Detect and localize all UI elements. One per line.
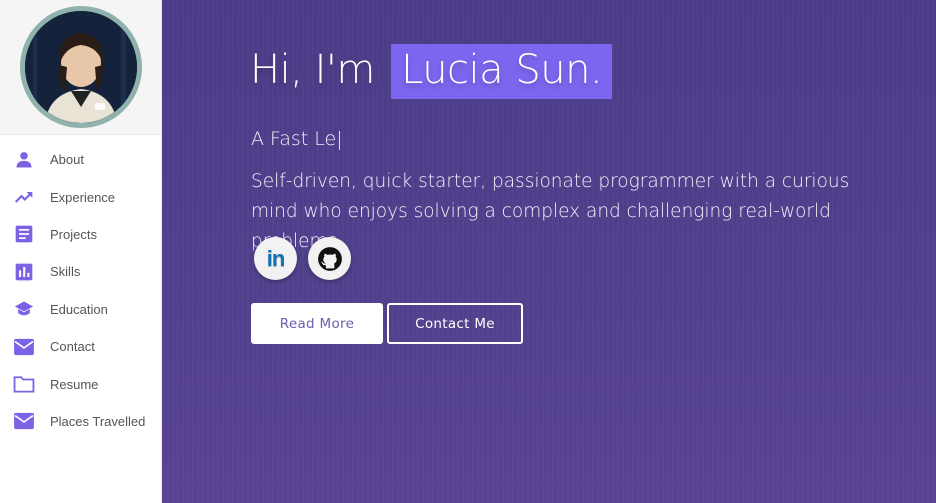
social-links: in: [254, 237, 351, 280]
greeting-text: Hi, I'm: [250, 47, 375, 93]
bar-chart-icon: [13, 261, 35, 283]
sidebar-item-label: About: [50, 152, 84, 168]
name-highlight: Lucia Sun.: [391, 44, 613, 99]
sidebar-item-resume[interactable]: Resume: [0, 365, 161, 402]
sidebar-item-education[interactable]: Education: [0, 291, 161, 328]
sidebar-nav: About Experience Projects Skills Educati…: [0, 135, 161, 440]
typed-subtitle: A Fast Le|: [251, 128, 343, 150]
sidebar-item-projects[interactable]: Projects: [0, 216, 161, 253]
sidebar-item-label: Places Travelled: [50, 413, 146, 429]
mail-icon: [13, 410, 35, 432]
school-icon: [13, 298, 35, 320]
sidebar-item-label: Experience: [50, 189, 116, 205]
sidebar-item-skills[interactable]: Skills: [0, 253, 161, 290]
hero-section: Hi, I'm Lucia Sun. A Fast Le| Self-drive…: [162, 0, 936, 503]
hero-actions: Read More Contact Me: [251, 303, 523, 344]
sidebar-item-label: Contact: [50, 339, 95, 355]
folder-icon: [13, 373, 35, 395]
read-more-button[interactable]: Read More: [251, 303, 383, 344]
github-link[interactable]: [308, 237, 351, 280]
sidebar-item-label: Education: [50, 301, 108, 317]
trending-up-icon: [13, 186, 35, 208]
sidebar-item-label: Resume: [50, 376, 99, 392]
linkedin-icon-text: in: [266, 245, 286, 271]
sidebar: About Experience Projects Skills Educati…: [0, 0, 162, 503]
sidebar-item-label: Skills: [50, 264, 81, 280]
avatar-container: [0, 0, 161, 135]
sidebar-item-places-travelled[interactable]: Places Travelled: [0, 403, 161, 440]
avatar: [19, 6, 142, 128]
sidebar-item-about[interactable]: About: [0, 141, 161, 178]
mail-icon: [13, 336, 35, 358]
contact-me-button[interactable]: Contact Me: [387, 303, 523, 344]
linkedin-link[interactable]: in: [254, 237, 297, 280]
hero-headline: Hi, I'm Lucia Sun.: [250, 44, 613, 99]
sidebar-item-label: Projects: [50, 226, 97, 242]
sidebar-item-contact[interactable]: Contact: [0, 328, 161, 365]
sidebar-item-experience[interactable]: Experience: [0, 178, 161, 215]
article-icon: [13, 223, 35, 245]
person-icon: [13, 149, 35, 171]
github-icon: [317, 246, 343, 272]
linkedin-icon: in: [266, 245, 286, 272]
